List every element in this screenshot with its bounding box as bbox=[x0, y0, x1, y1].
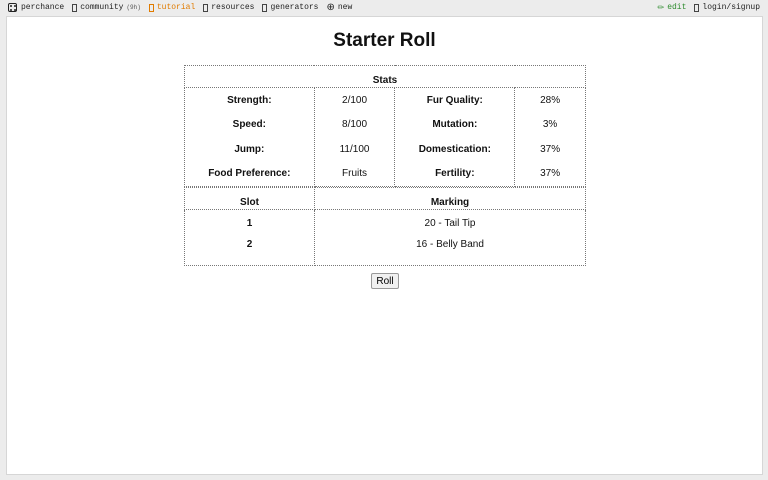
stat-value-jump: 11/100 bbox=[339, 143, 370, 155]
plus-circle-icon: ⊕ bbox=[326, 1, 335, 13]
login-label: login/signup bbox=[702, 3, 760, 12]
nav-home-link[interactable]: perchance bbox=[8, 3, 64, 12]
stat-label-fur-quality: Fur Quality: bbox=[426, 95, 483, 106]
stat-value-strength: 2/100 bbox=[342, 95, 368, 106]
chat-icon bbox=[72, 3, 78, 12]
right-stat-labels: Fur Quality: Mutation: Domestication: Fe… bbox=[394, 87, 516, 187]
stat-label-domestication: Domestication: bbox=[418, 143, 491, 155]
pencil-icon: ✏ bbox=[657, 3, 665, 12]
nav-left: perchance community (9h) tutorial resour… bbox=[8, 1, 360, 13]
nav-community-link[interactable]: community (9h) bbox=[72, 3, 141, 12]
nav-login-link[interactable]: login/signup bbox=[694, 3, 760, 12]
nav-right: ✏ edit login/signup bbox=[649, 3, 760, 12]
tutorial-label: tutorial bbox=[156, 3, 196, 12]
user-icon bbox=[694, 3, 700, 12]
stat-value-speed: 8/100 bbox=[342, 119, 368, 131]
stats-header-row: Stats bbox=[184, 65, 586, 88]
top-nav: perchance community (9h) tutorial resour… bbox=[0, 0, 768, 16]
markings-body-row: 1 2 20 - Tail Tip 16 - Belly Band bbox=[184, 209, 586, 266]
stat-label-speed: Speed: bbox=[232, 119, 266, 131]
marking-cell: 16 - Belly Band bbox=[416, 239, 484, 250]
community-label: community bbox=[80, 3, 124, 12]
nav-edit-link[interactable]: ✏ edit bbox=[657, 3, 686, 12]
stat-value-domestication: 37% bbox=[540, 143, 561, 155]
page-title: Starter Roll bbox=[333, 30, 436, 51]
stat-label-strength: Strength: bbox=[227, 95, 272, 106]
stat-value-mutation: 3% bbox=[542, 119, 558, 131]
generators-label: generators bbox=[270, 3, 319, 12]
right-stat-values: 28% 3% 37% 37% bbox=[514, 87, 586, 187]
stat-label-fertility: Fertility: bbox=[435, 167, 475, 179]
slot-column: 1 2 bbox=[184, 209, 315, 266]
new-label: new bbox=[337, 3, 353, 12]
slot-header: Slot bbox=[184, 187, 315, 210]
left-stat-labels: Strength: Speed: Jump: Food Preference: bbox=[184, 87, 315, 187]
stats-header: Stats bbox=[184, 65, 586, 88]
slot-cell: 1 bbox=[246, 218, 253, 229]
marking-column: 20 - Tail Tip 16 - Belly Band bbox=[314, 209, 586, 266]
markings-header-row: Slot Marking bbox=[184, 187, 586, 210]
stat-label-mutation: Mutation: bbox=[432, 119, 478, 131]
left-stat-values: 2/100 8/100 11/100 Fruits bbox=[313, 87, 396, 187]
roll-button[interactable]: Roll bbox=[371, 273, 399, 289]
stat-value-food-preference: Fruits bbox=[342, 167, 368, 179]
generator-output-panel: Starter Roll Stats Strength: Speed: Jump… bbox=[6, 16, 763, 475]
resources-label: resources bbox=[211, 3, 255, 12]
folder-icon bbox=[203, 3, 209, 12]
nav-tutorial-link[interactable]: tutorial bbox=[148, 3, 196, 12]
nav-resources-link[interactable]: resources bbox=[203, 3, 254, 12]
stat-value-fur-quality: 28% bbox=[540, 95, 561, 106]
stat-label-jump: Jump: bbox=[234, 143, 265, 155]
slot-cell: 2 bbox=[246, 239, 253, 250]
nav-generators-link[interactable]: generators bbox=[262, 3, 318, 12]
dice-icon bbox=[8, 3, 17, 12]
stats-table: Stats Strength: Speed: Jump: Food Prefer… bbox=[184, 65, 586, 187]
list-icon bbox=[262, 3, 268, 12]
stat-value-fertility: 37% bbox=[540, 167, 561, 179]
stats-body-row: Strength: Speed: Jump: Food Preference: … bbox=[184, 87, 586, 187]
edit-label: edit bbox=[667, 3, 687, 12]
brand-label: perchance bbox=[21, 3, 65, 12]
book-icon bbox=[148, 3, 154, 12]
stat-label-food-preference: Food Preference: bbox=[208, 167, 291, 179]
community-count: (9h) bbox=[126, 4, 141, 11]
marking-cell: 20 - Tail Tip bbox=[424, 218, 476, 229]
nav-new-link[interactable]: ⊕ new bbox=[326, 1, 353, 13]
marking-header: Marking bbox=[314, 187, 586, 210]
markings-table: Slot Marking 1 2 20 - Tail Tip 16 - Bell… bbox=[184, 187, 586, 266]
